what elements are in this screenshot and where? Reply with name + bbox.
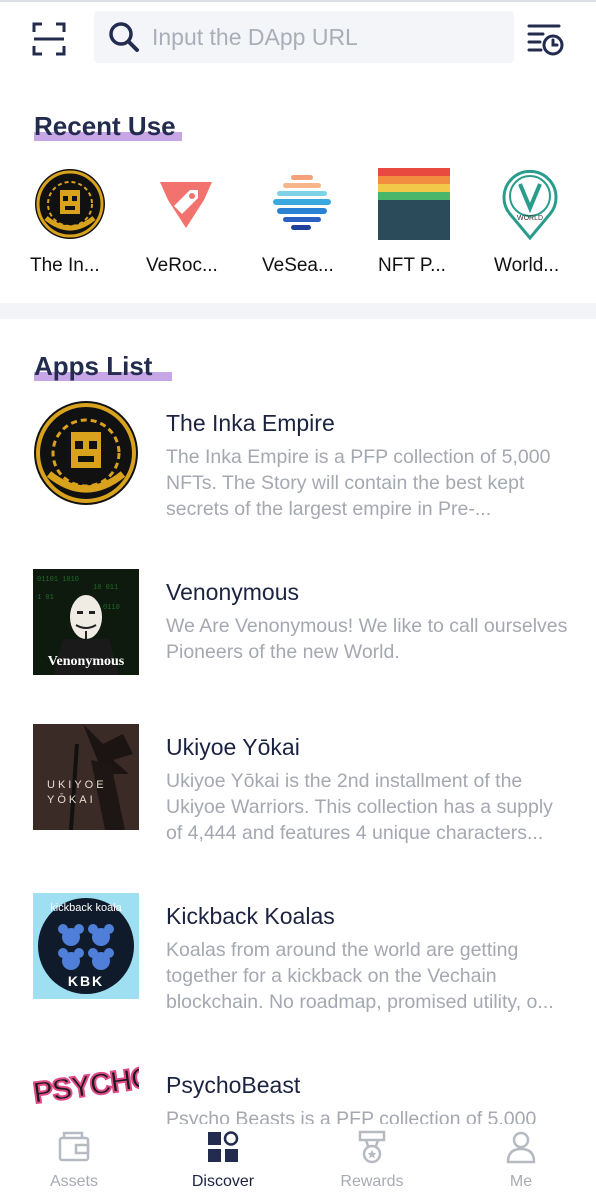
kickback-thumb-bottom-text: KBK bbox=[67, 973, 105, 989]
nft-stripes-icon bbox=[378, 166, 450, 242]
recent-item-label: VeSea... bbox=[262, 255, 334, 276]
recent-list: The In... VeRoc... VeSea... NFT P... WOR… bbox=[0, 166, 596, 286]
svg-text:WORLD: WORLD bbox=[517, 215, 543, 222]
inka-empire-icon bbox=[30, 166, 110, 242]
app-description: Psycho Beasts is a PFP collection of 5,0… bbox=[166, 1108, 537, 1124]
verocket-icon bbox=[146, 166, 226, 242]
psychobeast-thumb-text: PSYCHO bbox=[33, 1062, 139, 1111]
header bbox=[0, 8, 596, 68]
recent-item-verocket[interactable]: VeRoc... bbox=[146, 166, 256, 286]
ukiyoe-thumb: UKIYOE YŌKAI bbox=[33, 724, 139, 830]
nav-rewards[interactable]: Rewards bbox=[312, 1124, 432, 1200]
scan-icon[interactable] bbox=[32, 22, 66, 56]
ukiyoe-thumb-text: UKIYOE YŌKAI bbox=[47, 779, 107, 806]
wallet-icon bbox=[58, 1131, 90, 1162]
kickback-thumb-top-text: kickback koala bbox=[50, 902, 122, 914]
app-name: Venonymous bbox=[166, 579, 299, 605]
app-description: We Are Venonymous! We like to call ourse… bbox=[166, 615, 568, 663]
nav-me[interactable]: Me bbox=[461, 1124, 581, 1200]
recent-item-label: The In... bbox=[30, 255, 100, 276]
app-description: Ukiyoe Yōkai is the 2nd installment of t… bbox=[166, 770, 553, 844]
svg-text:10 011: 10 011 bbox=[93, 584, 118, 592]
search-input[interactable] bbox=[152, 19, 502, 55]
app-description: The Inka Empire is a PFP collection of 5… bbox=[166, 446, 551, 520]
app-name: Kickback Koalas bbox=[166, 903, 335, 929]
svg-text:01101 1010: 01101 1010 bbox=[37, 576, 79, 584]
history-icon[interactable] bbox=[526, 20, 564, 58]
kickback-koalas-thumb: kickback koala KBK bbox=[33, 893, 139, 999]
recent-item-label: NFT P... bbox=[378, 255, 446, 276]
app-name: The Inka Empire bbox=[166, 410, 335, 436]
app-item-psychobeast[interactable]: PSYCHO PsychoBeast Psycho Beasts is a PF… bbox=[0, 1062, 596, 1124]
psychobeast-thumb: PSYCHO bbox=[33, 1062, 139, 1124]
app-item-venonymous[interactable]: 01101 1010 10 011 1 01 0110 Venonymous Veno… bbox=[0, 569, 596, 709]
recent-item-label: VeRoc... bbox=[146, 255, 218, 276]
medal-icon bbox=[358, 1130, 386, 1164]
app-item-inka-empire[interactable]: The Inka Empire The Inka Empire is a PFP… bbox=[0, 400, 596, 540]
recent-item-world[interactable]: WORLD World... bbox=[494, 166, 596, 286]
nav-label: Me bbox=[509, 1173, 533, 1190]
nav-label: Rewards bbox=[340, 1173, 404, 1190]
app-name: Ukiyoe Yōkai bbox=[166, 734, 300, 760]
nav-assets[interactable]: Assets bbox=[14, 1124, 134, 1200]
venonymous-thumb: 01101 1010 10 011 1 01 0110 Venonymous bbox=[33, 569, 139, 675]
recent-item-label: World... bbox=[494, 255, 560, 276]
apps-list-title: Apps List bbox=[34, 351, 172, 382]
nav-discover[interactable]: Discover bbox=[163, 1124, 283, 1200]
recent-item-nft[interactable]: NFT P... bbox=[378, 166, 488, 286]
recent-item-inka[interactable]: The In... bbox=[30, 166, 140, 286]
app-name: PsychoBeast bbox=[166, 1072, 301, 1098]
svg-text:1 01: 1 01 bbox=[37, 594, 54, 602]
nav-label: Assets bbox=[49, 1173, 98, 1190]
svg-text:0110: 0110 bbox=[103, 604, 120, 612]
app-item-ukiyoe-yokai[interactable]: UKIYOE YŌKAI Ukiyoe Yōkai Ukiyoe Yōkai i… bbox=[0, 724, 596, 864]
vesea-icon bbox=[262, 166, 342, 242]
grid-icon bbox=[208, 1131, 239, 1162]
nav-label: Discover bbox=[191, 1173, 255, 1190]
section-divider bbox=[0, 303, 596, 319]
recent-item-vesea[interactable]: VeSea... bbox=[262, 166, 372, 286]
search-icon bbox=[109, 22, 139, 52]
world-icon: WORLD bbox=[494, 166, 566, 242]
app-description: Koalas from around the world are getting… bbox=[166, 939, 554, 1013]
status-divider bbox=[0, 0, 596, 2]
recent-use-title: Recent Use bbox=[34, 111, 182, 142]
inka-empire-thumb bbox=[33, 400, 139, 506]
search-bar[interactable] bbox=[94, 11, 514, 63]
venonymous-thumb-text: Venonymous bbox=[47, 654, 125, 669]
app-item-kickback-koalas[interactable]: kickback koala KBK Kickback Koalas Koala… bbox=[0, 893, 596, 1033]
user-icon bbox=[506, 1131, 536, 1164]
bottom-nav: Assets Discover Rewards Me bbox=[0, 1124, 596, 1200]
